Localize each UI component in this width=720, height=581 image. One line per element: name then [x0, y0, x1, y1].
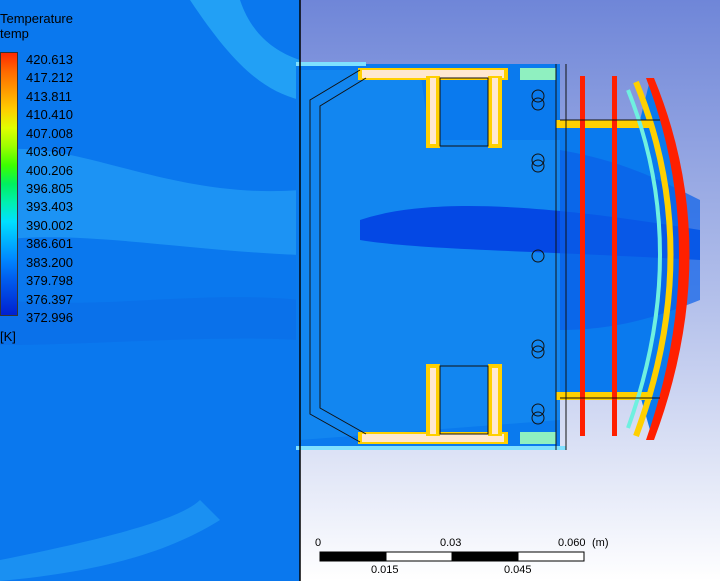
- legend-tick-label: 410.410: [26, 107, 73, 123]
- legend-tick-label: 383.200: [26, 254, 73, 270]
- scale-label-0060: 0.060: [558, 537, 586, 549]
- legend-colorbar: [0, 52, 18, 316]
- scale-bar: [319, 551, 585, 562]
- flange-bottom-right: [520, 432, 556, 444]
- legend-tick-label: 372.996: [26, 310, 73, 325]
- legend-tick-label: 393.403: [26, 199, 73, 215]
- legend-units: [K]: [0, 329, 16, 344]
- legend-variable: temp: [0, 26, 29, 41]
- flange-top-right: [520, 68, 556, 80]
- legend-tick-label: 376.397: [26, 291, 73, 307]
- plate-2: [612, 76, 617, 436]
- legend-tick-label: 403.607: [26, 144, 73, 160]
- legend-tick-label: 400.206: [26, 162, 73, 178]
- scale-label-0015: 0.015: [371, 564, 399, 576]
- legend-tick-label: 413.811: [26, 88, 73, 104]
- legend-title: Temperature: [0, 11, 73, 26]
- legend-tick-label: 386.601: [26, 236, 73, 252]
- legend-tick-label: 396.805: [26, 181, 73, 196]
- scale-label-0: 0: [315, 537, 322, 549]
- legend-tick-label: 390.002: [26, 217, 73, 233]
- plate-1: [580, 76, 585, 436]
- cfd-viewport: [0, 0, 720, 581]
- hot-wall-bottom: [296, 446, 566, 450]
- legend-tick-label: 420.613: [26, 52, 73, 67]
- legend-tick-label: 417.212: [26, 70, 73, 86]
- scale-label-003: 0.03: [440, 537, 462, 549]
- legend-tick-label: 407.008: [26, 125, 73, 141]
- legend-tick-label: 379.798: [26, 273, 73, 289]
- scale-unit: (m): [592, 537, 609, 549]
- domain-left-field: [0, 0, 300, 581]
- hot-wall-top: [296, 62, 366, 66]
- scale-label-0045: 0.045: [504, 564, 532, 576]
